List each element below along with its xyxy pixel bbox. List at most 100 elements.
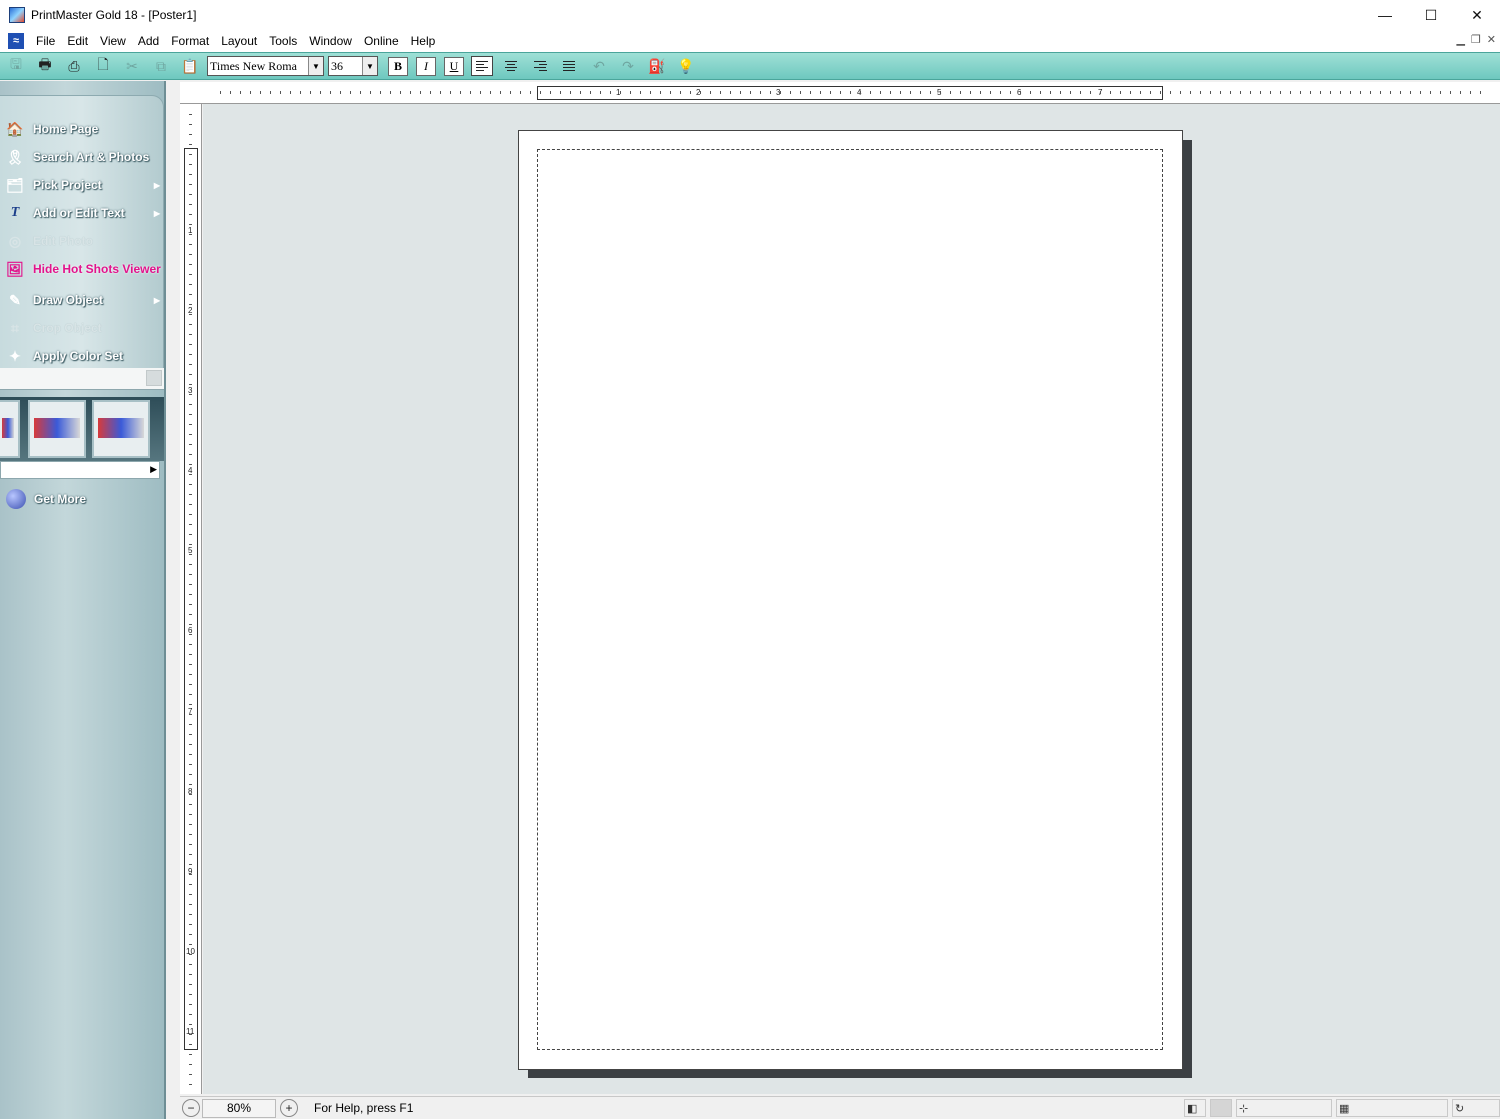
menu-layout[interactable]: Layout	[215, 30, 263, 52]
menu-tools[interactable]: Tools	[263, 30, 303, 52]
sidebar-item-search-art[interactable]: 🎗 Search Art & Photos	[6, 145, 162, 169]
app-icon	[9, 7, 25, 23]
redo-icon[interactable]: ↷	[615, 55, 641, 77]
vertical-ruler[interactable]: 1 2 3 4 5 6 7 8 9 10 11	[180, 104, 202, 1094]
ruler-tick	[189, 464, 192, 465]
doc-minimize-icon[interactable]: ▁	[1456, 33, 1464, 46]
ruler-tick	[189, 214, 192, 215]
ruler-tick	[840, 91, 841, 94]
justify-button[interactable]	[558, 56, 580, 76]
hot-shot-thumbnail[interactable]	[0, 400, 20, 458]
font-size-select[interactable]: 36 ▼	[328, 56, 378, 76]
chevron-down-icon[interactable]: ▼	[362, 57, 377, 75]
hot-shots-header	[0, 368, 164, 390]
close-button[interactable]: ✕	[1454, 0, 1500, 30]
save-icon[interactable]: 🖫	[3, 55, 29, 77]
ruler-tick	[1110, 91, 1111, 94]
sidebar-item-add-edit-text[interactable]: T Add or Edit Text ▶	[6, 201, 162, 225]
ruler-tick	[189, 234, 192, 235]
paste-icon[interactable]: 📋	[177, 55, 203, 77]
sidebar-item-edit-photo[interactable]: ◎ Edit Photo	[6, 229, 162, 253]
paint-bucket-icon[interactable]: ⛽	[644, 55, 670, 77]
zoom-in-icon[interactable]: +	[280, 1099, 298, 1117]
menu-file[interactable]: File	[30, 30, 61, 52]
ruler-tick	[189, 964, 192, 965]
get-more-button[interactable]: Get More	[6, 487, 86, 511]
previous-page-icon[interactable]: ◧	[1184, 1099, 1206, 1117]
ruler-tick	[1030, 91, 1031, 94]
chevron-down-icon[interactable]: ▼	[308, 57, 323, 75]
poster-page[interactable]	[518, 130, 1183, 1070]
ruler-tick	[400, 91, 401, 94]
hot-shot-thumbnail[interactable]	[28, 400, 86, 458]
ruler-tick	[910, 91, 911, 94]
menu-edit[interactable]: Edit	[61, 30, 94, 52]
ruler-tick	[189, 744, 192, 745]
ruler-tick	[1190, 91, 1191, 94]
zoom-out-icon[interactable]: −	[182, 1099, 200, 1117]
align-right-button[interactable]	[529, 56, 551, 76]
document-icon[interactable]: ≈	[8, 33, 24, 49]
ruler-tick	[1270, 91, 1271, 94]
align-center-button[interactable]	[500, 56, 522, 76]
print-icon[interactable]: 🖶	[32, 55, 58, 77]
ruler-tick	[1240, 91, 1241, 94]
ruler-tick	[189, 1074, 192, 1075]
italic-button[interactable]: I	[416, 56, 436, 76]
sidebar-item-label: Hide Hot Shots Viewer	[33, 262, 161, 276]
scroll-right-icon[interactable]: ▶	[150, 464, 157, 475]
ruler-tick	[189, 584, 192, 585]
sidebar-item-label: Add or Edit Text	[33, 206, 125, 220]
menu-format[interactable]: Format	[165, 30, 215, 52]
print-preview-icon[interactable]: 🗋	[90, 55, 116, 77]
ruler-tick	[990, 91, 991, 94]
ruler-tick	[189, 204, 192, 205]
underline-button[interactable]: U	[444, 56, 464, 76]
ruler-tick	[640, 91, 641, 94]
menu-add[interactable]: Add	[132, 30, 165, 52]
ruler-tick	[680, 91, 681, 94]
ruler-tick	[420, 91, 421, 94]
ruler-tick	[189, 804, 192, 805]
ruler-tick	[189, 384, 192, 385]
doc-restore-icon[interactable]: ❐	[1471, 33, 1481, 46]
horizontal-ruler[interactable]: 1 2 3 4 5 6 7	[180, 82, 1500, 104]
zoom-level[interactable]: 80%	[202, 1098, 276, 1118]
position-icon: ⊹	[1236, 1099, 1332, 1117]
menu-window[interactable]: Window	[303, 30, 358, 52]
lightbulb-icon[interactable]: 💡	[673, 55, 699, 77]
menu-view[interactable]: View	[94, 30, 132, 52]
sidebar-item-pick-project[interactable]: 🗂 Pick Project ▶	[6, 173, 162, 197]
hot-shots-toggle[interactable]	[146, 370, 162, 386]
copy-icon[interactable]: ⧉	[148, 55, 174, 77]
menu-online[interactable]: Online	[358, 30, 405, 52]
hot-shots-viewer	[0, 397, 164, 461]
ruler-tick	[700, 91, 701, 94]
sidebar-item-crop-object[interactable]: ⌗ Crop Object	[6, 316, 162, 340]
ruler-tick	[1000, 91, 1001, 94]
minimize-button[interactable]: —	[1362, 0, 1408, 30]
doc-close-icon[interactable]: ✕	[1487, 33, 1496, 46]
ruler-tick	[1070, 91, 1071, 94]
sidebar-item-label: Search Art & Photos	[33, 150, 150, 164]
align-left-button[interactable]	[471, 56, 493, 76]
sidebar-item-apply-color-set[interactable]: ✦ Apply Color Set	[6, 344, 162, 368]
ruler-tick	[900, 91, 901, 94]
bold-button[interactable]: B	[388, 56, 408, 76]
ruler-tick	[189, 774, 192, 775]
hot-shot-thumbnail[interactable]	[92, 400, 150, 458]
cut-icon[interactable]: ✂	[119, 55, 145, 77]
ruler-tick	[189, 874, 192, 875]
sidebar-item-hide-hot-shots[interactable]: 🖼 Hide Hot Shots Viewer	[6, 257, 162, 281]
ruler-tick	[1160, 91, 1161, 94]
hot-shots-scrollbar[interactable]: ▶	[0, 461, 160, 479]
sidebar-item-draw-object[interactable]: ✎ Draw Object ▶	[6, 288, 162, 312]
font-select[interactable]: Times New Roma ▼	[207, 56, 324, 76]
undo-icon[interactable]: ↶	[586, 55, 612, 77]
menu-help[interactable]: Help	[405, 30, 442, 52]
maximize-button[interactable]: ☐	[1408, 0, 1454, 30]
ruler-tick	[1440, 91, 1441, 94]
print-setup-icon[interactable]: ⎙	[61, 55, 87, 77]
sidebar-item-home-page[interactable]: 🏠 Home Page	[6, 117, 162, 141]
ruler-tick	[890, 91, 891, 94]
